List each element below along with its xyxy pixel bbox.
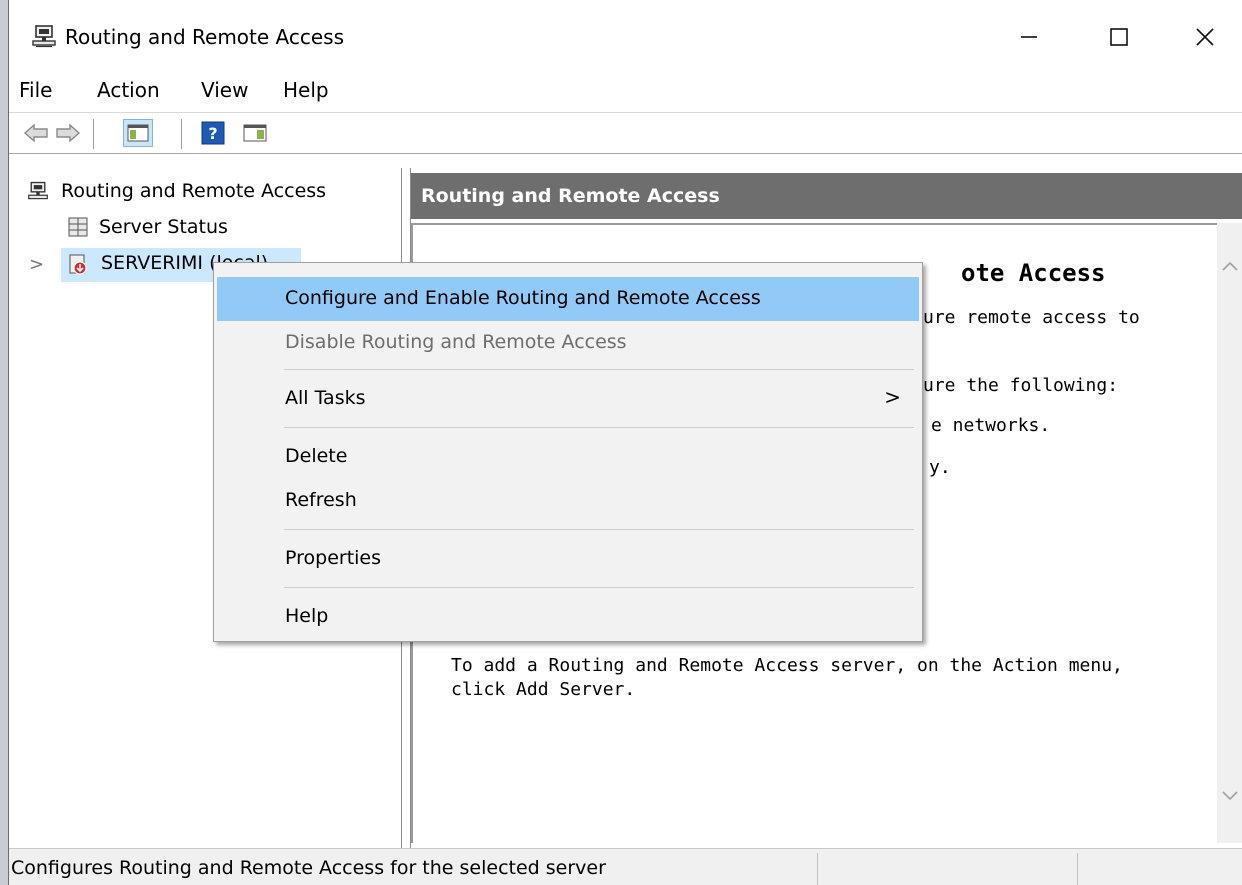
- menu-separator: [284, 427, 914, 428]
- toolbar: ?: [9, 112, 1242, 154]
- welcome-title: ote Access: [961, 259, 1106, 287]
- menu-separator: [284, 369, 914, 370]
- menu-item-label: Help: [285, 605, 329, 627]
- toolbar-separator: [93, 119, 94, 149]
- forward-arrow-icon[interactable]: [55, 121, 81, 145]
- vertical-scrollbar[interactable]: [1217, 223, 1242, 843]
- add-server-instruction: To add a Routing and Remote Access serve…: [451, 655, 1123, 676]
- menu-item-configure-enable[interactable]: Configure and Enable Routing and Remote …: [217, 277, 919, 321]
- details-header: Routing and Remote Access: [411, 173, 1242, 219]
- status-text: Configures Routing and Remote Access for…: [11, 857, 606, 879]
- server-disabled-icon: [69, 254, 87, 275]
- menu-item-label: Refresh: [285, 489, 357, 511]
- welcome-line-4: y.: [929, 457, 951, 478]
- status-separator: [817, 853, 818, 885]
- help-icon[interactable]: ?: [201, 121, 225, 145]
- menu-item-delete[interactable]: Delete: [217, 435, 919, 479]
- menu-separator: [284, 587, 914, 588]
- server-computer-icon: [28, 181, 48, 200]
- window-title: Routing and Remote Access: [65, 25, 345, 49]
- menu-item-label: Delete: [285, 445, 348, 467]
- title-bar[interactable]: Routing and Remote Access: [9, 0, 1242, 76]
- menu-action[interactable]: Action: [97, 78, 160, 102]
- scroll-up-icon[interactable]: [1221, 259, 1239, 273]
- submenu-arrow-icon: >: [884, 385, 901, 409]
- menu-view[interactable]: View: [201, 78, 248, 102]
- console-tree-icon[interactable]: [123, 119, 153, 147]
- menu-item-disable: Disable Routing and Remote Access: [217, 321, 919, 365]
- add-server-instruction-2: click Add Server.: [451, 679, 636, 700]
- menu-item-properties[interactable]: Properties: [217, 537, 919, 581]
- menu-item-refresh[interactable]: Refresh: [217, 479, 919, 523]
- welcome-line-3: e networks.: [931, 415, 1051, 436]
- menu-item-label: Configure and Enable Routing and Remote …: [285, 287, 761, 309]
- minimize-button[interactable]: [999, 10, 1059, 62]
- toolbar-separator: [181, 119, 182, 149]
- server-status-icon: [68, 217, 88, 237]
- context-menu: Configure and Enable Routing and Remote …: [213, 262, 923, 642]
- svg-text:?: ?: [208, 124, 217, 143]
- tree-item-server-status[interactable]: Server Status: [99, 216, 228, 238]
- menu-file[interactable]: File: [19, 78, 52, 102]
- close-button[interactable]: [1175, 10, 1235, 62]
- menu-help[interactable]: Help: [283, 78, 329, 102]
- status-bar: Configures Routing and Remote Access for…: [9, 848, 1242, 885]
- menu-bar: File Action View Help: [9, 76, 1242, 110]
- menu-item-label: Disable Routing and Remote Access: [285, 331, 627, 353]
- tree-expander[interactable]: >: [29, 254, 44, 275]
- welcome-line-2: ure the following:: [923, 375, 1119, 396]
- server-computer-icon: [32, 25, 56, 48]
- tree-root-item[interactable]: Routing and Remote Access: [61, 180, 326, 202]
- app-window: Routing and Remote Access File Action Vi…: [8, 0, 1242, 885]
- status-separator: [1077, 853, 1078, 885]
- welcome-line-1: ure remote access to: [923, 307, 1140, 328]
- menu-separator: [284, 529, 914, 530]
- menu-item-help[interactable]: Help: [217, 595, 919, 639]
- menu-item-label: Properties: [285, 547, 382, 569]
- action-pane-icon[interactable]: [241, 121, 269, 145]
- maximize-button[interactable]: [1089, 10, 1149, 62]
- scroll-down-icon[interactable]: [1221, 789, 1239, 803]
- menu-item-label: All Tasks: [285, 387, 366, 409]
- back-arrow-icon[interactable]: [23, 121, 49, 145]
- menu-item-all-tasks[interactable]: All Tasks >: [217, 377, 919, 421]
